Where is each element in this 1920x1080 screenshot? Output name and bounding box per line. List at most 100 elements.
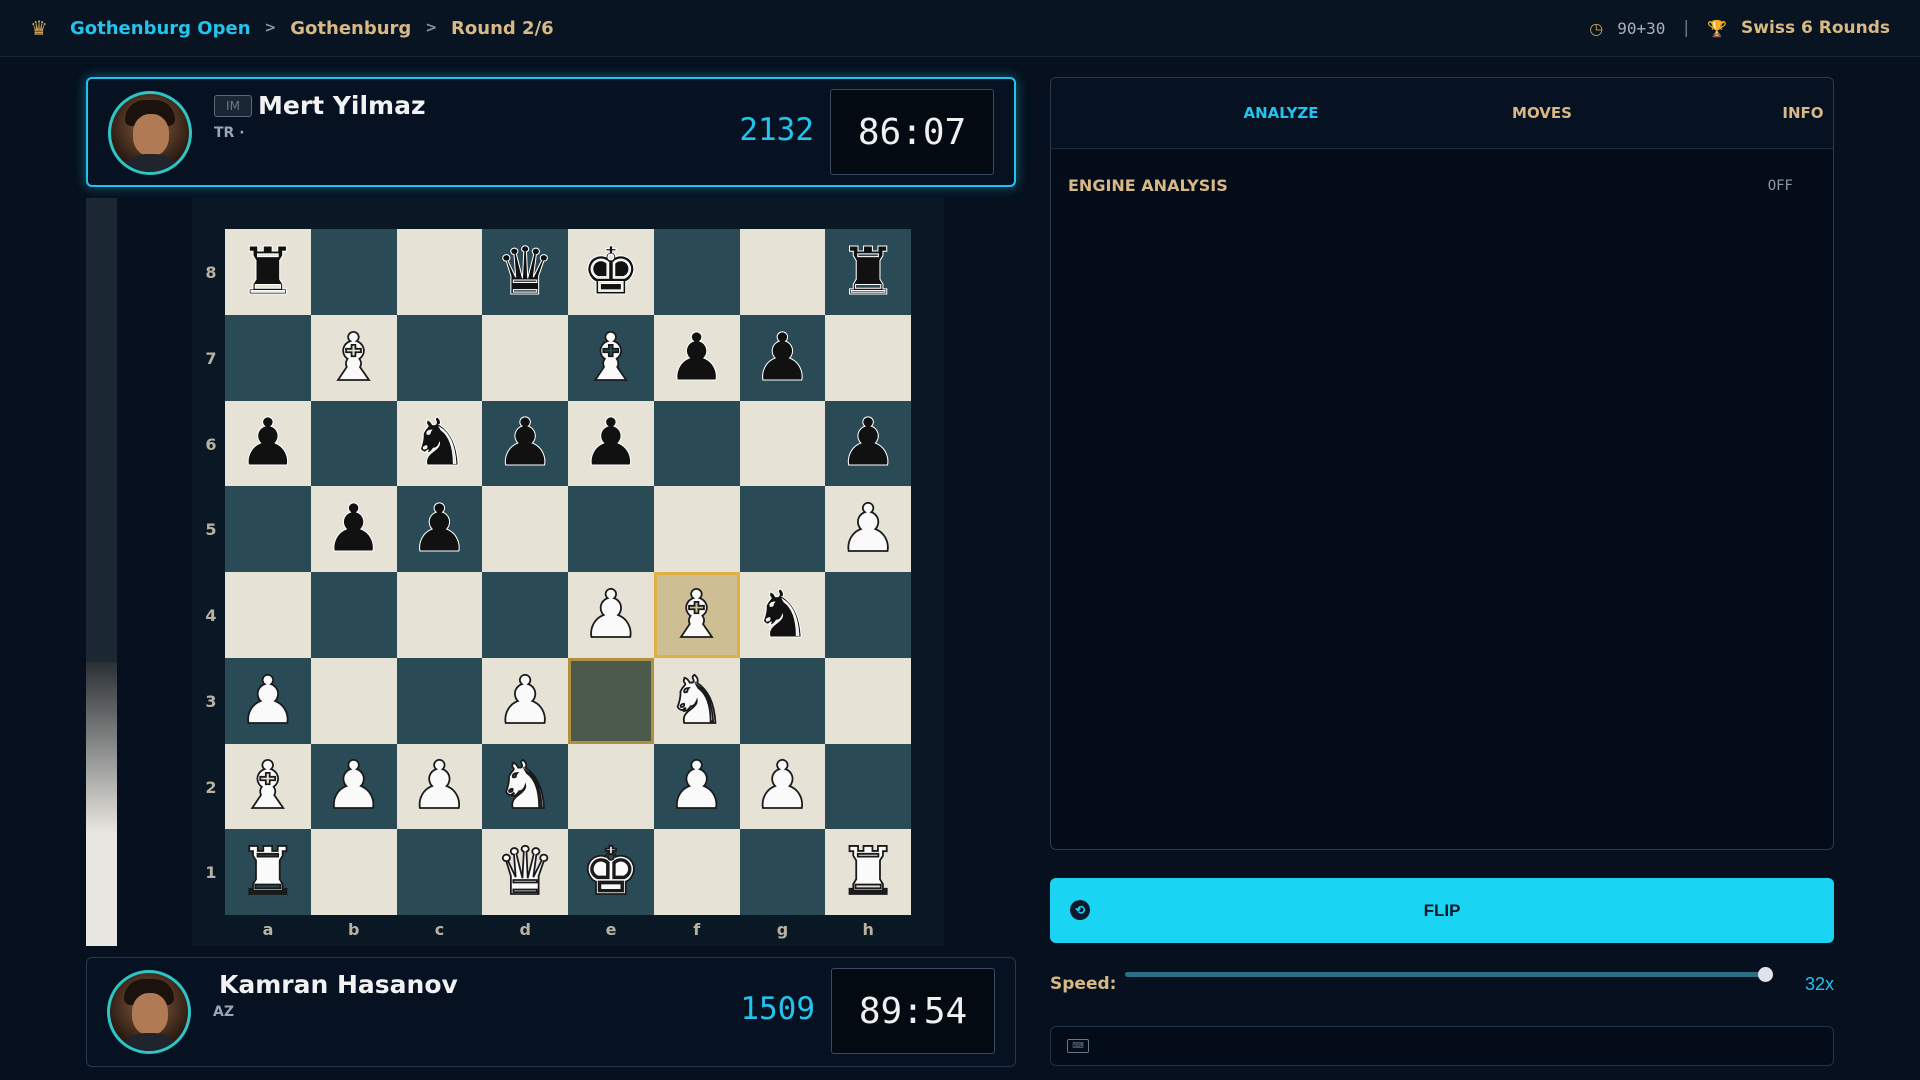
white-pawn-icon[interactable]: ♟ <box>409 752 470 820</box>
white-rook-icon[interactable]: ♜ <box>237 838 298 906</box>
white-bishop-icon[interactable]: ♝ <box>323 323 384 391</box>
square-a4[interactable] <box>225 572 311 658</box>
square-g7[interactable]: ♟ <box>739 314 826 401</box>
tab-analyze[interactable]: ANALYZE <box>1181 78 1381 148</box>
tab-info[interactable]: INFO <box>1703 78 1833 148</box>
square-b8[interactable] <box>310 229 397 315</box>
white-rook-icon[interactable]: ♜ <box>838 838 899 906</box>
white-pawn-icon[interactable]: ♟ <box>580 580 641 648</box>
black-pawn-icon[interactable]: ♟ <box>752 324 812 391</box>
black-rook-icon[interactable]: ♜ <box>238 238 298 305</box>
breadcrumb-round[interactable]: Round 2/6 <box>451 18 554 39</box>
white-pawn-icon[interactable]: ♟ <box>838 495 899 563</box>
square-f4[interactable]: ♝ <box>653 572 740 658</box>
square-b5[interactable]: ♟ <box>310 486 397 572</box>
black-pawn-icon[interactable]: ♟ <box>409 495 469 562</box>
white-king-icon[interactable]: ♚ <box>580 838 641 906</box>
square-c1[interactable] <box>396 829 483 915</box>
square-h1[interactable]: ♜ <box>825 829 911 915</box>
square-f3[interactable]: ♞ <box>653 657 740 744</box>
black-knight-icon[interactable]: ♞ <box>752 581 812 648</box>
square-h6[interactable]: ♟ <box>825 400 911 487</box>
square-a8[interactable]: ♜ <box>225 229 311 315</box>
square-h7[interactable] <box>825 314 911 401</box>
breadcrumb-city[interactable]: Gothenburg <box>290 18 411 39</box>
black-pawn-icon[interactable]: ♟ <box>495 409 555 476</box>
white-pawn-icon[interactable]: ♟ <box>323 752 384 820</box>
square-d1[interactable]: ♛ <box>482 829 568 915</box>
square-d6[interactable]: ♟ <box>482 400 568 487</box>
square-b2[interactable]: ♟ <box>310 743 397 830</box>
square-b4[interactable] <box>310 572 397 658</box>
square-g3[interactable] <box>739 657 826 744</box>
square-d8[interactable]: ♛ <box>482 229 568 315</box>
black-pawn-icon[interactable]: ♟ <box>238 409 298 476</box>
square-f6[interactable] <box>653 400 740 487</box>
square-e5[interactable] <box>568 486 654 572</box>
square-a1[interactable]: ♜ <box>225 829 311 915</box>
square-d3[interactable]: ♟ <box>482 657 568 744</box>
black-pawn-icon[interactable]: ♟ <box>324 495 384 562</box>
white-pawn-icon[interactable]: ♟ <box>237 666 298 734</box>
square-c7[interactable] <box>396 314 483 401</box>
white-bishop-icon[interactable]: ♝ <box>580 323 641 391</box>
square-c6[interactable]: ♞ <box>396 400 483 487</box>
breadcrumb-tournament[interactable]: Gothenburg Open <box>70 18 251 39</box>
flip-button[interactable]: ⟲ FLIP <box>1050 878 1834 943</box>
square-a2[interactable]: ♝ <box>225 743 311 830</box>
black-queen-icon[interactable]: ♛ <box>495 238 555 305</box>
square-g4[interactable]: ♞ <box>739 572 826 658</box>
tab-moves[interactable]: MOVES <box>1442 78 1642 148</box>
black-knight-icon[interactable]: ♞ <box>409 409 469 476</box>
square-b6[interactable] <box>310 400 397 487</box>
square-h4[interactable] <box>825 572 911 658</box>
square-c3[interactable] <box>396 657 483 744</box>
speed-slider[interactable] <box>1125 967 1773 982</box>
black-pawn-icon[interactable]: ♟ <box>667 324 727 391</box>
white-knight-icon[interactable]: ♞ <box>666 666 727 734</box>
square-d4[interactable] <box>482 572 568 658</box>
square-e1[interactable]: ♚ <box>568 829 654 915</box>
square-g5[interactable] <box>739 486 826 572</box>
square-c2[interactable]: ♟ <box>396 743 483 830</box>
square-c4[interactable] <box>396 572 483 658</box>
chessboard[interactable]: ♜ ♛ ♚ ♜ ♝ ♝ ♟ ♟ ♟ ♞ ♟ ♟ ♟ ♟ ♟ ♟ ♟ ♝ ♞ ♟ ♟ ♞ ♝ ♟ ♟ ♞ ♟ ♟ ♜ ♛ ♚ ♜ <box>225 229 911 915</box>
white-queen-icon[interactable]: ♛ <box>495 838 556 906</box>
square-e6[interactable]: ♟ <box>568 400 654 487</box>
square-a7[interactable] <box>225 314 311 401</box>
square-a5[interactable] <box>225 486 311 572</box>
square-c8[interactable] <box>396 229 483 315</box>
square-a6[interactable]: ♟ <box>225 400 311 487</box>
white-pawn-icon[interactable]: ♟ <box>752 752 813 820</box>
square-d7[interactable] <box>482 314 568 401</box>
square-g1[interactable] <box>739 829 826 915</box>
square-d5[interactable] <box>482 486 568 572</box>
square-f8[interactable] <box>653 229 740 315</box>
white-bishop-icon[interactable]: ♝ <box>666 580 727 648</box>
black-rook-icon[interactable]: ♜ <box>838 238 898 305</box>
white-pawn-icon[interactable]: ♟ <box>495 666 556 734</box>
square-c5[interactable]: ♟ <box>396 486 483 572</box>
white-bishop-icon[interactable]: ♝ <box>237 752 298 820</box>
square-e2[interactable] <box>568 743 654 830</box>
square-e4[interactable]: ♟ <box>568 572 654 658</box>
white-knight-icon[interactable]: ♞ <box>495 752 556 820</box>
square-e3[interactable] <box>568 657 654 744</box>
square-a3[interactable]: ♟ <box>225 657 311 744</box>
square-h2[interactable] <box>825 743 911 830</box>
square-g2[interactable]: ♟ <box>739 743 826 830</box>
square-h5[interactable]: ♟ <box>825 486 911 572</box>
square-b7[interactable]: ♝ <box>310 314 397 401</box>
square-f7[interactable]: ♟ <box>653 314 740 401</box>
black-king-icon[interactable]: ♚ <box>581 238 641 305</box>
white-pawn-icon[interactable]: ♟ <box>666 752 727 820</box>
square-e8[interactable]: ♚ <box>568 229 654 315</box>
square-f1[interactable] <box>653 829 740 915</box>
black-pawn-icon[interactable]: ♟ <box>581 409 641 476</box>
square-h8[interactable]: ♜ <box>825 229 911 315</box>
square-f2[interactable]: ♟ <box>653 743 740 830</box>
square-b1[interactable] <box>310 829 397 915</box>
speed-slider-thumb[interactable] <box>1758 967 1773 982</box>
black-pawn-icon[interactable]: ♟ <box>838 409 898 476</box>
square-b3[interactable] <box>310 657 397 744</box>
